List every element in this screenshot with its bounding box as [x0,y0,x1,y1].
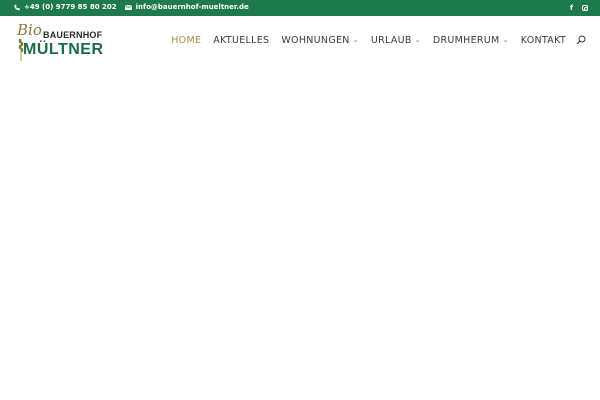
nav-item-wohnungen[interactable]: WOHNUNGEN ⌄ [281,35,359,46]
phone-link[interactable]: +49 (0) 9779 85 80 202 [14,3,117,11]
chevron-down-icon: ⌄ [502,36,509,44]
phone-icon [14,4,20,10]
email-address: info@bauernhof-mueltner.de [135,3,249,11]
nav-item-label: KONTAKT [520,34,566,46]
chevron-down-icon: ⌄ [352,36,359,44]
nav-item-drumherum[interactable]: DRUMHERUM ⌄ [433,35,509,46]
mail-icon [124,4,132,10]
top-bar: +49 (0) 9779 85 80 202 info@bauernhof-mu… [0,0,600,16]
phone-number: +49 (0) 9779 85 80 202 [24,3,117,11]
nav-item-kontakt[interactable]: KONTAKT [521,35,566,46]
page-content [0,65,600,400]
nav-item-label: AKTUELLES [213,34,270,46]
main-header: Bio BAUERNHOF MÜLTNER HOME AKTUELLES WOH… [0,16,600,65]
search-icon[interactable] [576,35,586,45]
nav-item-aktuelles[interactable]: AKTUELLES [213,35,269,46]
chevron-down-icon: ⌄ [414,36,421,44]
instagram-icon[interactable] [582,5,588,11]
contact-info: +49 (0) 9779 85 80 202 info@bauernhof-mu… [14,3,257,11]
logo-bio-text: Bio [17,21,42,39]
main-navigation: HOME AKTUELLES WOHNUNGEN ⌄ URLAUB ⌄ DRUM… [159,33,586,47]
nav-item-label: WOHNUNGEN [281,34,350,46]
email-link[interactable]: info@bauernhof-mueltner.de [124,3,249,11]
facebook-icon[interactable]: f [570,4,573,12]
nav-item-home[interactable]: HOME [171,35,201,46]
nav-item-label: HOME [171,34,202,46]
nav-item-label: DRUMHERUM [432,34,500,46]
site-logo[interactable]: Bio BAUERNHOF MÜLTNER [17,21,103,61]
logo-name-text: MÜLTNER [23,41,104,58]
logo-bauernhof-text: BAUERNHOF [43,30,103,40]
social-links: f [561,4,588,12]
nav-item-label: URLAUB [370,34,412,46]
nav-item-urlaub[interactable]: URLAUB ⌄ [371,35,421,46]
